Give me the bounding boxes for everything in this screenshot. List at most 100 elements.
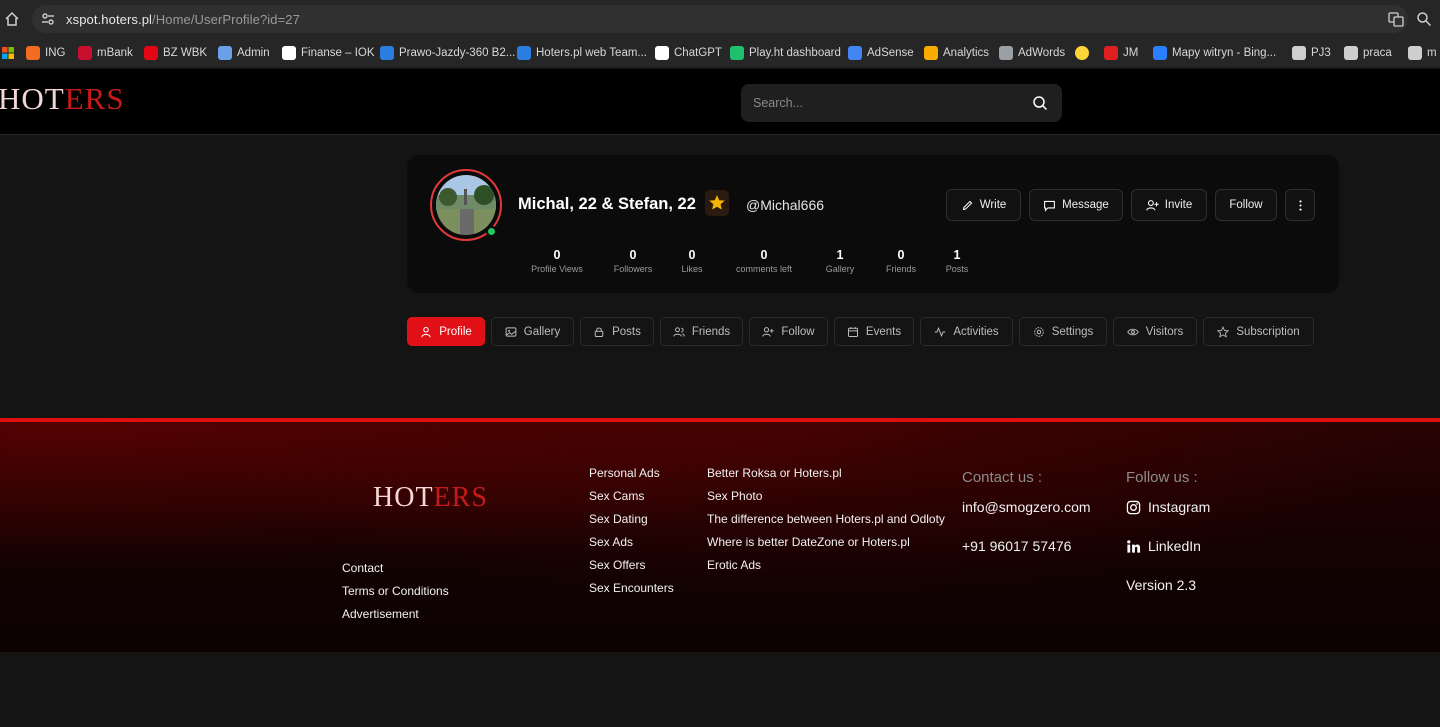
bookmark-favicon-icon: [1075, 46, 1089, 60]
footer-link-sex-dating[interactable]: Sex Dating: [589, 512, 648, 526]
stat-value: 0: [760, 248, 768, 262]
profile-handle: @Michal666: [746, 197, 825, 213]
footer-link-difference[interactable]: The difference between Hoters.pl and Odl…: [707, 512, 945, 526]
zoom-icon[interactable]: [1416, 11, 1432, 27]
more-options-button[interactable]: [1285, 189, 1315, 221]
bookmark-item[interactable]: JM: [1104, 45, 1138, 61]
tab-settings[interactable]: Settings: [1019, 317, 1107, 346]
linkedin-link[interactable]: LinkedIn: [1126, 538, 1201, 554]
tab-label: Events: [865, 325, 902, 338]
pencil-icon: [962, 200, 972, 210]
bookmark-label: Mapy witryn - Bing...: [1172, 47, 1277, 59]
footer-link-sex-cams[interactable]: Sex Cams: [589, 489, 644, 503]
bookmark-label: Admin: [237, 47, 270, 59]
linkedin-icon: [1127, 539, 1141, 553]
bookmark-item[interactable]: Hoters.pl web Team...: [517, 45, 647, 61]
stat-value: 0: [897, 248, 905, 262]
bookmark-item[interactable]: Mapy witryn - Bing...: [1153, 45, 1276, 61]
user-plus-icon: [762, 326, 774, 337]
bookmark-label: AdSense: [867, 47, 914, 59]
tab-subscription[interactable]: Subscription: [1203, 317, 1314, 346]
bookmark-favicon-icon: [848, 46, 862, 60]
bookmark-item[interactable]: AdSense: [848, 45, 914, 61]
stat-value: 1: [953, 248, 961, 262]
bookmark-item[interactable]: AdWords: [999, 45, 1065, 61]
bookmark-favicon-icon: [282, 46, 296, 60]
stat-label: Gallery: [825, 264, 855, 274]
bookmark-item[interactable]: praca: [1344, 45, 1392, 61]
star-outline-icon: [1217, 325, 1230, 338]
bookmark-item[interactable]: ING: [26, 45, 65, 61]
tab-profile[interactable]: Profile: [407, 317, 485, 346]
star-icon: [709, 195, 725, 210]
bookmark-favicon-icon: [218, 46, 232, 60]
bookmark-item[interactable]: [1075, 45, 1094, 61]
footer-link-terms[interactable]: Terms or Conditions: [342, 584, 449, 598]
bookmark-label: Analytics: [943, 47, 990, 59]
bookmark-favicon-icon: [924, 46, 938, 60]
footer-link-sex-ads[interactable]: Sex Ads: [589, 535, 633, 549]
site-settings-icon[interactable]: [40, 11, 56, 27]
bookmark-item[interactable]: Admin: [218, 45, 270, 61]
bookmark-item[interactable]: PJ3: [1292, 45, 1331, 61]
footer-link-sex-offers[interactable]: Sex Offers: [589, 558, 645, 572]
tab-label: Profile: [439, 325, 472, 338]
footer-link-sex-encounters[interactable]: Sex Encounters: [589, 581, 674, 595]
follow-button[interactable]: Follow: [1215, 189, 1277, 221]
stat-profile-views: 0 Profile Views: [522, 248, 592, 274]
bookmark-item[interactable]: Analytics: [924, 45, 989, 61]
tab-gallery[interactable]: Gallery: [491, 317, 574, 346]
stat-posts: 1 Posts: [937, 248, 977, 274]
message-button[interactable]: Message: [1029, 189, 1123, 221]
stat-label: Profile Views: [531, 264, 583, 274]
translate-icon[interactable]: [1388, 11, 1404, 27]
bookmark-label: m: [1427, 47, 1437, 59]
bookmark-favicon-icon: [1292, 46, 1306, 60]
footer-link-sex-photo[interactable]: Sex Photo: [707, 489, 762, 503]
windows-icon[interactable]: [2, 45, 14, 61]
instagram-link[interactable]: Instagram: [1126, 499, 1210, 515]
footer-link-better-roksa[interactable]: Better Roksa or Hoters.pl: [707, 466, 842, 480]
bookmark-label: ING: [45, 47, 66, 59]
calendar-icon: [847, 326, 858, 337]
bookmark-item[interactable]: mBank: [78, 45, 133, 61]
page-bottom: [0, 652, 1440, 727]
bookmark-item[interactable]: BZ WBK: [144, 45, 207, 61]
footer-link-erotic-ads[interactable]: Erotic Ads: [707, 558, 761, 572]
footer-logo[interactable]: HOTERS: [373, 482, 488, 514]
footer-link-datezone[interactable]: Where is better DateZone or Hoters.pl: [707, 535, 910, 549]
bookmark-item[interactable]: m: [1408, 45, 1437, 61]
bookmark-item[interactable]: Finanse – IOK: [282, 45, 375, 61]
tab-label: Friends: [691, 325, 731, 338]
bookmark-favicon-icon: [999, 46, 1013, 60]
tab-follow[interactable]: Follow: [749, 317, 828, 346]
contact-email[interactable]: info@smogzero.com: [962, 499, 1091, 515]
site-logo[interactable]: HOTERS: [0, 81, 125, 117]
online-status-dot: [486, 226, 497, 237]
follow-heading: Follow us :: [1126, 469, 1198, 486]
bookmark-favicon-icon: [730, 46, 744, 60]
search-icon[interactable]: [1032, 95, 1048, 111]
contact-phone[interactable]: +91 96017 57476: [962, 538, 1071, 554]
bookmark-item[interactable]: Prawo-Jazdy-360 B2...: [380, 45, 515, 61]
tab-label: Subscription: [1236, 325, 1300, 338]
bookmark-item[interactable]: Play.ht dashboard: [730, 45, 841, 61]
tab-friends[interactable]: Friends: [660, 317, 743, 346]
footer-link-contact[interactable]: Contact: [342, 561, 383, 575]
logo-part-hot: HOT: [0, 81, 65, 116]
url-text[interactable]: xspot.hoters.pl/Home/UserProfile?id=27: [66, 12, 300, 27]
home-icon[interactable]: [4, 11, 20, 27]
tab-label: Gallery: [523, 325, 561, 338]
profile-name: Michal, 22 & Stefan, 22: [518, 195, 696, 213]
invite-button[interactable]: Invite: [1131, 189, 1207, 221]
tab-posts[interactable]: Posts: [580, 317, 654, 346]
tab-events[interactable]: Events: [834, 317, 914, 346]
write-button[interactable]: Write: [946, 189, 1021, 221]
search-input[interactable]: [753, 84, 1013, 122]
bookmark-item[interactable]: ChatGPT: [655, 45, 722, 61]
bookmark-favicon-icon: [517, 46, 531, 60]
tab-activities[interactable]: Activities: [920, 317, 1013, 346]
footer-link-personal-ads[interactable]: Personal Ads: [589, 466, 660, 480]
footer-link-advertisement[interactable]: Advertisement: [342, 607, 419, 621]
tab-visitors[interactable]: Visitors: [1113, 317, 1197, 346]
